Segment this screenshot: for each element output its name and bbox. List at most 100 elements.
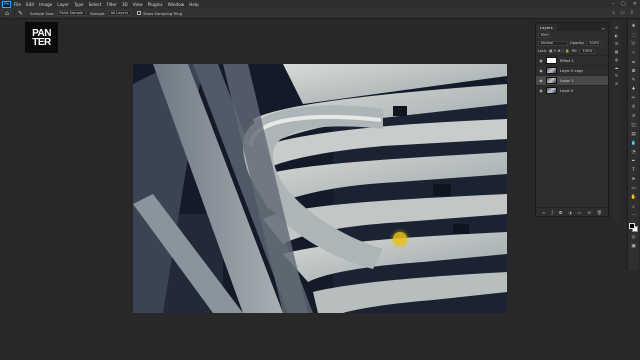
lock-row: Lock: ▦ ✎ ✥ ⛶ 🔒 Fill: 100% xyxy=(536,47,608,55)
path-select-tool-icon[interactable]: ➤ xyxy=(630,176,638,183)
move-tool-icon[interactable]: ✥ xyxy=(630,23,638,30)
menu-plugins[interactable]: Plugins xyxy=(148,2,163,7)
show-sampling-ring-checkbox[interactable] xyxy=(137,11,142,15)
color-icon[interactable]: ◍ xyxy=(615,57,619,62)
sample-size-select[interactable]: Point Sample xyxy=(56,10,87,16)
libraries-icon[interactable]: ☁ xyxy=(615,65,619,70)
minimize-button[interactable]: – xyxy=(612,1,615,7)
maximize-button[interactable]: ▢ xyxy=(621,1,626,7)
eyedropper-icon[interactable]: ✎ xyxy=(630,77,638,84)
link-icon[interactable]: ∞ xyxy=(542,210,545,215)
visibility-eye-icon[interactable]: ◉ xyxy=(538,88,544,93)
menu-window[interactable]: Window xyxy=(168,2,185,7)
stamp-tool-icon[interactable]: ⚲ xyxy=(630,104,638,111)
layer-row[interactable]: ◉ Layer 0 copy xyxy=(536,65,608,75)
pen-tool-icon[interactable]: ✒ xyxy=(630,158,638,165)
panel-menu-icon[interactable]: ≡ xyxy=(602,26,605,31)
opacity-input[interactable]: 100% xyxy=(586,40,603,46)
menu-select[interactable]: Select xyxy=(89,2,102,7)
eyedropper-tool-icon[interactable]: ✎ xyxy=(14,9,26,17)
dodge-tool-icon[interactable]: ◔ xyxy=(630,149,638,156)
panel-icon-strip: ⟲ ◐ ☰ ▦ ◍ ☁ ✎ ≋ xyxy=(612,22,621,222)
menu-file[interactable]: File xyxy=(14,2,21,7)
hand-tool-icon[interactable]: ✋ xyxy=(630,194,638,201)
layer-row[interactable]: ◉ Layer 0 xyxy=(536,85,608,95)
history-brush-icon[interactable]: ↺ xyxy=(630,113,638,120)
healing-brush-icon[interactable]: ✚ xyxy=(630,86,638,93)
new-layer-icon[interactable]: ⊞ xyxy=(587,210,590,215)
window-controls: – ▢ ✕ xyxy=(612,1,637,7)
lasso-tool-icon[interactable]: ➰ xyxy=(630,41,638,48)
frame-tool-icon[interactable]: ⊠ xyxy=(630,68,638,75)
menu-edit[interactable]: Edit xyxy=(26,2,34,7)
sample-label: Sample: xyxy=(90,10,106,16)
history-icon[interactable]: ⟲ xyxy=(615,25,618,30)
channels-icon[interactable]: ≋ xyxy=(615,81,618,86)
crop-tool-icon[interactable]: ⌗ xyxy=(630,59,638,66)
lock-icons[interactable]: ▦ ✎ ✥ ⛶ 🔒 xyxy=(549,49,569,53)
close-button[interactable]: ✕ xyxy=(633,1,637,7)
group-icon[interactable]: ▭ xyxy=(578,210,582,215)
document-canvas[interactable] xyxy=(133,64,507,313)
menu-layer[interactable]: Layer xyxy=(57,2,69,7)
menu-bar: Ps File Edit Image Layer Type Select Fil… xyxy=(0,0,640,8)
marquee-tool-icon[interactable]: ⬚ xyxy=(630,32,638,39)
lock-label: Lock: xyxy=(538,49,548,53)
trash-icon[interactable]: 🗑 xyxy=(597,210,602,215)
layers-panel-footer: ∞ ƒ ◘ ◑ ▭ ⊞ 🗑 xyxy=(536,207,608,216)
show-sampling-ring-label: Show Sampling Ring xyxy=(143,10,183,16)
layer-thumbnail xyxy=(546,57,557,64)
screen-mode-icon[interactable]: ▣ xyxy=(630,243,638,250)
paths-icon[interactable]: ✎ xyxy=(615,73,618,78)
gradient-tool-icon[interactable]: ▤ xyxy=(630,131,638,138)
search-icon[interactable]: ⌕ xyxy=(612,10,615,16)
visibility-eye-icon[interactable]: ◉ xyxy=(538,78,544,83)
menu-type[interactable]: Type xyxy=(74,2,84,7)
layer-name: Effect 1 xyxy=(560,58,574,63)
workspace-icon[interactable]: ▭ xyxy=(620,10,625,16)
visibility-eye-icon[interactable]: ◉ xyxy=(538,68,544,73)
brush-tool-icon[interactable]: ✏ xyxy=(630,95,638,102)
share-icon[interactable]: ⇪ xyxy=(630,10,634,16)
zoom-tool-icon[interactable]: ⌕ xyxy=(630,203,638,210)
adjustments-icon[interactable]: ◐ xyxy=(615,33,619,38)
layer-row[interactable]: ◉ Effect 1 xyxy=(536,55,608,65)
cursor-highlight xyxy=(393,232,407,246)
menu-help[interactable]: Help xyxy=(189,2,199,7)
sample-select[interactable]: All Layers xyxy=(107,10,132,16)
menu-image[interactable]: Image xyxy=(39,2,52,7)
swatches-icon[interactable]: ▦ xyxy=(615,49,619,54)
panel-tab-bar: Layers ≡ xyxy=(536,23,608,31)
kind-filter-select[interactable]: Kind xyxy=(538,32,552,38)
blur-tool-icon[interactable]: 💧 xyxy=(630,140,638,147)
layer-row-selected[interactable]: ◉ Layer 1 xyxy=(536,75,608,85)
layer-name: Layer 0 xyxy=(560,88,574,93)
shape-tool-icon[interactable]: ▭ xyxy=(630,185,638,192)
channel-logo: PAN TER xyxy=(25,22,58,53)
tab-layers[interactable]: Layers xyxy=(536,24,557,31)
mask-icon[interactable]: ◘ xyxy=(559,210,562,215)
blend-row: Normal Opacity: 100% xyxy=(536,39,608,47)
adjustment-icon[interactable]: ◑ xyxy=(568,210,572,215)
layer-thumbnail xyxy=(546,77,557,84)
foreground-color-swatch[interactable] xyxy=(629,223,635,229)
type-tool-icon[interactable]: T xyxy=(630,167,638,174)
color-swatches[interactable] xyxy=(629,223,638,232)
more-tools-icon[interactable]: ⋯ xyxy=(630,212,638,219)
blend-mode-select[interactable]: Normal xyxy=(538,40,568,46)
architecture-photo xyxy=(133,64,507,313)
properties-icon[interactable]: ☰ xyxy=(615,41,619,46)
fx-icon[interactable]: ƒ xyxy=(552,210,553,215)
home-icon[interactable]: ⌂ xyxy=(2,9,12,18)
visibility-eye-icon[interactable]: ◉ xyxy=(538,58,544,63)
layers-panel: Layers ≡ Kind Normal Opacity: 100% Lock:… xyxy=(535,22,609,217)
quick-mask-icon[interactable]: ◎ xyxy=(630,234,638,241)
eraser-tool-icon[interactable]: ◫ xyxy=(630,122,638,129)
photoshop-logo[interactable]: Ps xyxy=(2,0,11,8)
quick-select-tool-icon[interactable]: ✧ xyxy=(630,50,638,57)
filter-row: Kind xyxy=(536,31,608,39)
menu-3d[interactable]: 3D xyxy=(122,2,128,7)
fill-input[interactable]: 100% xyxy=(579,48,596,54)
menu-view[interactable]: View xyxy=(133,2,143,7)
menu-filter[interactable]: Filter xyxy=(106,2,116,7)
